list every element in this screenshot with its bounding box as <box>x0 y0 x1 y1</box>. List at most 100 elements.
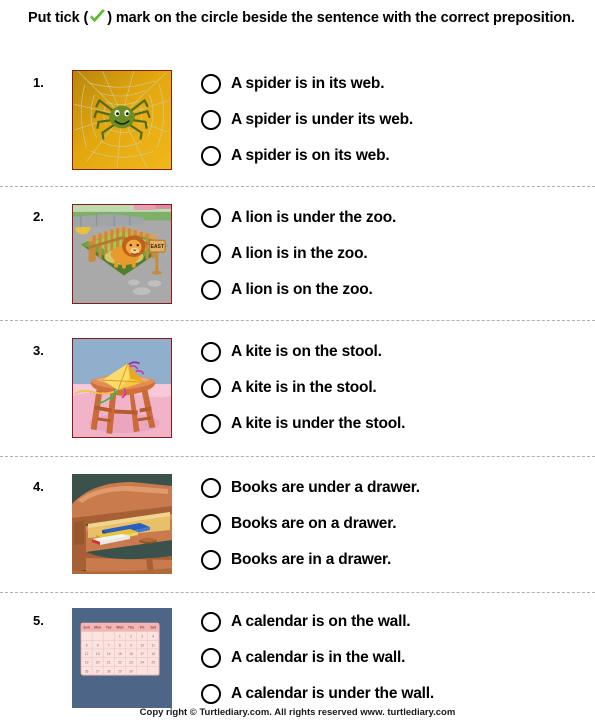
option-radio-circle[interactable] <box>201 514 221 534</box>
svg-text:Sat: Sat <box>151 626 157 630</box>
svg-text:4: 4 <box>152 635 154 639</box>
svg-text:17: 17 <box>140 652 144 656</box>
option-row[interactable]: Books are on a drawer. <box>201 506 581 542</box>
option-row[interactable]: A kite is on the stool. <box>201 334 581 370</box>
svg-text:11: 11 <box>152 643 156 647</box>
option-radio-circle[interactable] <box>201 478 221 498</box>
green-check-icon <box>88 9 107 25</box>
section-divider <box>0 592 595 593</box>
svg-text:14: 14 <box>107 652 111 656</box>
svg-text:Tue: Tue <box>106 626 112 630</box>
svg-text:26: 26 <box>85 669 89 673</box>
svg-text:21: 21 <box>107 661 111 665</box>
question-number: 3. <box>33 343 44 358</box>
svg-text:12: 12 <box>85 652 89 656</box>
option-label: A lion is under the zoo. <box>231 209 397 226</box>
option-label: A lion is in the zoo. <box>231 245 368 262</box>
instruction-suffix: ) mark on the circle beside the sentence… <box>107 10 575 26</box>
svg-text:27: 27 <box>96 669 100 673</box>
svg-text:16: 16 <box>129 652 133 656</box>
svg-text:Thu: Thu <box>128 626 134 630</box>
svg-text:2: 2 <box>130 635 132 639</box>
svg-text:Fri: Fri <box>140 626 144 630</box>
option-label: A kite is on the stool. <box>231 343 382 360</box>
svg-text:28: 28 <box>107 669 111 673</box>
option-radio-circle[interactable] <box>201 74 221 94</box>
option-label: Books are in a drawer. <box>231 551 392 568</box>
option-row[interactable]: A lion is in the zoo. <box>201 236 581 272</box>
instruction-prefix: Put tick ( <box>28 10 89 26</box>
svg-text:6: 6 <box>97 643 99 647</box>
calendar-on-wall-image: Sun Mon Tue Wed Thu Fri Sat 1234 5 6 7 8 9 10 11 12… <box>72 608 172 708</box>
svg-text:3: 3 <box>141 635 143 639</box>
option-row[interactable]: A lion is under the zoo. <box>201 200 581 236</box>
svg-text:9: 9 <box>130 643 132 647</box>
option-row[interactable]: A spider is in its web. <box>201 66 581 102</box>
zoo-sign-label: EAST <box>151 244 165 250</box>
svg-text:Wed: Wed <box>116 626 123 630</box>
svg-text:30: 30 <box>129 669 133 673</box>
books-in-drawer-image <box>72 474 172 574</box>
option-radio-circle[interactable] <box>201 550 221 570</box>
svg-text:18: 18 <box>151 652 155 656</box>
question-number: 1. <box>33 75 44 90</box>
option-label: A calendar is on the wall. <box>231 613 411 630</box>
question-number: 4. <box>33 479 44 494</box>
option-label: A calendar is under the wall. <box>231 685 434 702</box>
option-label: A spider is under its web. <box>231 111 413 128</box>
svg-text:23: 23 <box>129 661 133 665</box>
option-radio-circle[interactable] <box>201 684 221 704</box>
spider-on-web-image <box>72 70 172 170</box>
section-divider <box>0 456 595 457</box>
option-radio-circle[interactable] <box>201 280 221 300</box>
kite-on-stool-image <box>72 338 172 438</box>
svg-text:13: 13 <box>96 652 100 656</box>
option-row[interactable]: A kite is in the stool. <box>201 370 581 406</box>
svg-text:15: 15 <box>118 652 122 656</box>
option-row[interactable]: Books are in a drawer. <box>201 542 581 578</box>
option-label: A spider is in its web. <box>231 75 385 92</box>
svg-text:5: 5 <box>86 643 88 647</box>
option-row[interactable]: A spider is under its web. <box>201 102 581 138</box>
svg-text:19: 19 <box>85 661 89 665</box>
option-radio-circle[interactable] <box>201 612 221 632</box>
option-radio-circle[interactable] <box>201 146 221 166</box>
svg-text:7: 7 <box>108 643 110 647</box>
svg-text:25: 25 <box>151 661 155 665</box>
svg-text:1: 1 <box>119 635 121 639</box>
option-row[interactable]: A spider is on its web. <box>201 138 581 174</box>
svg-text:24: 24 <box>140 661 144 665</box>
question-number: 2. <box>33 209 44 224</box>
options-list: A lion is under the zoo. A lion is in th… <box>201 200 581 308</box>
option-row[interactable]: A lion is on the zoo. <box>201 272 581 308</box>
options-list: A spider is in its web. A spider is unde… <box>201 66 581 174</box>
options-list: Books are under a drawer. Books are on a… <box>201 470 581 578</box>
svg-text:20: 20 <box>96 661 100 665</box>
option-row[interactable]: A kite is under the stool. <box>201 406 581 442</box>
svg-text:8: 8 <box>119 643 121 647</box>
option-label: A kite is under the stool. <box>231 415 406 432</box>
option-label: A calendar is in the wall. <box>231 649 406 666</box>
option-radio-circle[interactable] <box>201 208 221 228</box>
svg-text:Sun: Sun <box>83 626 89 630</box>
option-label: A lion is on the zoo. <box>231 281 373 298</box>
option-row[interactable]: A calendar is in the wall. <box>201 640 581 676</box>
question-number: 5. <box>33 613 44 628</box>
option-radio-circle[interactable] <box>201 648 221 668</box>
option-radio-circle[interactable] <box>201 378 221 398</box>
option-radio-circle[interactable] <box>201 244 221 264</box>
svg-text:29: 29 <box>118 669 122 673</box>
option-radio-circle[interactable] <box>201 414 221 434</box>
svg-text:Mon: Mon <box>94 626 101 630</box>
option-label: Books are on a drawer. <box>231 515 397 532</box>
option-row[interactable]: A calendar is on the wall. <box>201 604 581 640</box>
lion-in-zoo-image: EAST <box>72 204 172 304</box>
option-label: A spider is on its web. <box>231 147 390 164</box>
option-row[interactable]: Books are under a drawer. <box>201 470 581 506</box>
svg-text:10: 10 <box>140 643 144 647</box>
option-label: Books are under a drawer. <box>231 479 420 496</box>
option-radio-circle[interactable] <box>201 342 221 362</box>
option-radio-circle[interactable] <box>201 110 221 130</box>
section-divider <box>0 186 595 187</box>
options-list: A kite is on the stool. A kite is in the… <box>201 334 581 442</box>
